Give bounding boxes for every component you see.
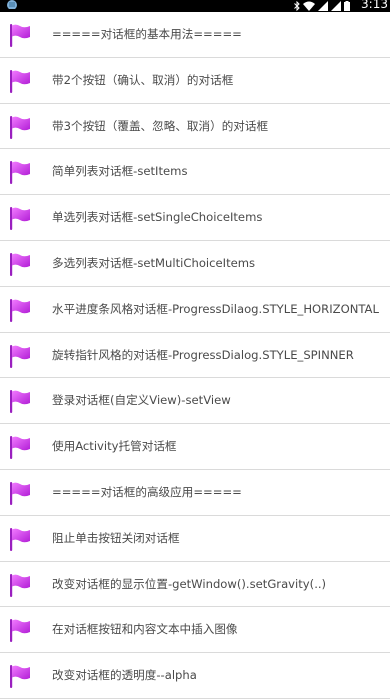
list-item-label: 带3个按钮（覆盖、忽略、取消）的对话框 [52, 118, 269, 133]
list-item-label: 旋转指针风格的对话框-ProgressDialog.STYLE_SPINNER [52, 347, 354, 362]
list-item-label: 登录对话框(自定义View)-setView [52, 393, 231, 408]
flag-icon [8, 527, 32, 551]
list-item-label: 使用Activity托管对话框 [52, 439, 177, 454]
flag-icon [8, 573, 32, 597]
bluetooth-icon [294, 1, 300, 11]
list-item[interactable]: 带2个按钮（确认、取消）的对话框 [0, 58, 390, 104]
flag-icon [8, 69, 32, 93]
list-item[interactable]: 简单列表对话框-setItems [0, 149, 390, 196]
flag-icon [8, 435, 32, 460]
flag-icon [8, 252, 32, 276]
list-item[interactable]: 在对话框按钮和内容文本中插入图像 [0, 607, 390, 654]
list-item[interactable]: 使用Activity托管对话框 [0, 424, 390, 470]
signal-icon [331, 1, 341, 11]
flag-icon [8, 206, 32, 231]
list-item-label: 单选列表对话框-setSingleChoiceItems [52, 210, 263, 225]
list-item-label: 多选列表对话框-setMultiChoiceItems [52, 255, 256, 270]
android-debug-icon [7, 0, 17, 9]
battery-icon [344, 1, 350, 11]
flag-icon [8, 618, 32, 643]
flag-icon [8, 298, 32, 322]
list-item-label: 水平进度条风格对话框-ProgressDilaog.STYLE_HORIZONT… [52, 301, 379, 316]
list-item-label: 简单列表对话框-setItems [52, 164, 188, 179]
list-item[interactable]: 水平进度条风格对话框-ProgressDilaog.STYLE_HORIZONT… [0, 287, 390, 333]
list-item-label: =====对话框的高级应用===== [52, 484, 242, 499]
status-bar: 3:13 [0, 0, 390, 12]
flag-icon [8, 481, 32, 505]
list-item-label: 改变对话框的显示位置-getWindow().setGravity(..) [52, 576, 327, 591]
list-item-label: 阻止单击按钮关闭对话框 [52, 530, 180, 545]
signal-icon [318, 1, 328, 11]
list-item[interactable]: 旋转指针风格的对话框-ProgressDialog.STYLE_SPINNER [0, 333, 390, 379]
list-item[interactable]: 多选列表对话框-setMultiChoiceItems [0, 241, 390, 287]
list-item[interactable]: =====对话框的高级应用===== [0, 470, 390, 516]
status-icons [294, 0, 350, 12]
list-item[interactable]: 改变对话框的显示位置-getWindow().setGravity(..) [0, 562, 390, 608]
list-item[interactable]: =====对话框的基本用法===== [0, 12, 390, 58]
flag-icon [8, 115, 32, 139]
list-item-label: 在对话框按钮和内容文本中插入图像 [52, 622, 238, 637]
flag-icon [8, 23, 32, 47]
list-item[interactable]: 改变对话框的透明度--alpha [0, 653, 390, 699]
flag-icon [8, 389, 32, 414]
flag-icon [8, 160, 32, 185]
flag-icon [8, 344, 32, 368]
list-item[interactable]: 阻止单击按钮关闭对话框 [0, 516, 390, 562]
flag-icon [8, 664, 32, 689]
list-item-label: 带2个按钮（确认、取消）的对话框 [52, 72, 234, 87]
list-item[interactable]: 带3个按钮（覆盖、忽略、取消）的对话框 [0, 104, 390, 150]
dialog-demo-list: =====对话框的基本用法===== 带2个按钮（确认、取消）的对话框带3个按钮（… [0, 12, 390, 699]
wifi-icon [303, 1, 315, 11]
list-item-label: =====对话框的基本用法===== [52, 27, 242, 41]
list-item[interactable]: 单选列表对话框-setSingleChoiceItems [0, 195, 390, 241]
list-item[interactable]: 登录对话框(自定义View)-setView [0, 378, 390, 425]
list-item-label: 改变对话框的透明度--alpha [52, 668, 197, 683]
status-time: 3:13 [361, 0, 388, 11]
